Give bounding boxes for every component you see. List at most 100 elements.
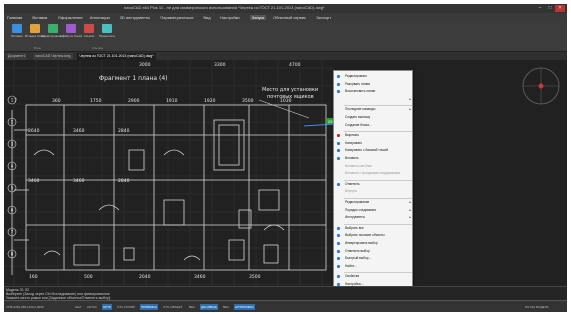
menu-item[interactable]: Облачный сервис [273,15,306,20]
context-menu-item[interactable]: Инвертировать выбор [334,241,414,246]
context-menu-item-label: Копировать [345,140,363,145]
context-menu-item-label: Найти... [345,263,357,268]
context-menu-item[interactable]: Копировать [334,141,414,146]
title-bar: nanoCAD x64 Plus 11 - не для коммерческо… [4,4,567,13]
viewcube-compass[interactable] [522,67,560,105]
menu-item-icon [337,90,340,94]
dimension-text: 3460 [73,128,85,134]
context-menu-item[interactable]: Копировать с базовой точкой [334,148,414,153]
ribbon-group-label: Блок [34,46,41,50]
ribbon-icon [48,24,58,33]
document-tab[interactable]: nanoCAD Чертеж.dwg [33,53,73,60]
menu-separator [344,198,412,199]
dimension-text: 500 [84,274,93,280]
menu-item-icon [337,257,340,261]
menu-item[interactable]: Запуск [249,15,267,20]
menu-item[interactable]: 3D инструменты [120,15,151,20]
context-menu-item-label: Копировать с базовой точкой [345,148,389,153]
context-menu-item[interactable]: Вставить [334,156,414,161]
context-menu-item[interactable]: Разорвать линии [334,82,414,87]
ribbon-button[interactable]: Редактировать блок [41,24,65,38]
menu-separator [344,223,412,225]
drawing-canvas[interactable]: 12345678 3000 3300 47007 360 1750 2900 1910 192… [4,60,567,286]
command-line[interactable]: Модель Л1 Л2 Выберите (Заход через Ctrl … [4,286,567,300]
context-menu: Редактировать Разорвать линии Восстановить… [333,70,413,288]
document-tab[interactable]: Чертеж из ГОСТ 21.101-2013 (nanoCAD).dwg… [77,53,156,60]
app-window: nanoCAD x64 Plus 11 - не для коммерческо… [4,4,567,312]
window-title: nanoCAD x64 Plus 11 - не для коммерческо… [124,5,325,10]
close-button[interactable]: ✕ [555,5,565,12]
context-menu-item[interactable]: Инструменты ▸ [334,215,414,220]
context-menu-item-label: Быстрый выбор... [345,256,372,261]
document-tab[interactable]: Документ1 [6,53,28,60]
status-toggle[interactable]: ОРТО [102,304,113,310]
status-toggle[interactable]: ДИН-ВВОД [200,304,218,310]
context-menu-item[interactable]: Найти... [334,264,414,269]
menu-item[interactable]: Параметрическое [160,15,193,20]
ribbon-button[interactable]: Вставка [10,24,24,38]
menu-item-icon [337,82,340,86]
menu-separator [344,131,412,133]
context-menu-item[interactable]: Последние команды ▸ [334,107,414,112]
menu-separator [344,272,412,274]
submenu-arrow-icon: ▸ [409,207,411,212]
context-menu-item[interactable]: Редактировать [334,74,414,79]
status-toggle[interactable]: ПРИВЯЗКА [140,304,158,310]
context-menu-item-label: Вернуть [345,189,358,194]
context-menu-item[interactable]: Отменить выбор [334,249,414,254]
menu-item[interactable]: Главная [7,15,22,20]
context-menu-item[interactable]: Редактирование ▸ [334,200,414,205]
status-toggle[interactable]: ВЕС [188,304,196,310]
dimension-text: 3500 [242,98,254,104]
label-place-1: Место для установки [262,87,318,93]
menu-item[interactable]: Вставка [32,15,47,20]
context-menu-item[interactable]: Порядок следования ▸ [334,208,414,213]
dimension-text: 2040 [139,274,151,280]
ribbon-button[interactable]: Прикрепить [99,24,115,38]
dimension-text: 2900 [128,98,140,104]
menu-item-icon [337,264,340,268]
context-menu-item[interactable]: ▸ [334,97,414,102]
status-toggle[interactable]: ШАГ [74,304,82,310]
status-toggle[interactable]: ОТС-ПОЛЯР [116,304,136,310]
submenu-arrow-icon: ▸ [409,200,411,204]
context-menu-item[interactable]: Создать выноску [334,115,414,120]
ribbon-button[interactable]: Вставка блока [25,24,45,38]
ribbon-button[interactable]: Ссылки [82,24,96,38]
menu-item[interactable]: Экспорт [316,15,331,20]
context-menu-item[interactable]: Восстановить линии [334,89,414,94]
ribbon-icon [84,24,94,33]
context-menu-item[interactable]: Выбрать все [334,226,414,231]
menu-item[interactable]: Аннотации [90,15,110,20]
menu-item[interactable]: Настройки [220,15,240,20]
dimension-text: 1920 [204,98,216,104]
menu-item[interactable]: Оформление [58,15,83,20]
context-menu-item-label: Свойства [345,274,359,279]
menu-item[interactable]: Вид [203,15,210,20]
dimension-text: 1910 [166,98,178,104]
context-menu-item[interactable]: Свойства [334,274,414,279]
ribbon-button[interactable]: Атрибуты блока [60,24,82,38]
status-toggle[interactable]: СЕТКА [86,304,98,310]
status-toggle[interactable]: ШТРИХОВКА [234,304,255,310]
context-menu-item-label: Создание блока... [345,122,372,127]
scale-model-indicator[interactable]: М1:100 МОДЕЛЬ [524,304,550,310]
menu-bar: Главная Вставка Оформление Аннотации 3D инст… [4,13,567,22]
minimize-button[interactable]: – [535,5,545,12]
context-menu-item[interactable]: Создание блока... [334,123,414,128]
context-menu-item[interactable]: Отменить [334,182,414,187]
dimension-text: 2640 [28,128,40,134]
dimension-text: 3460 [194,274,206,280]
status-toggle[interactable]: ВЕС [222,304,230,310]
menu-item-icon [337,141,340,145]
submenu-arrow-icon: ▸ [409,96,411,101]
status-bar: 2728,4381,268,1463,0,0000 М1:100 МОДЕЛЬ … [4,300,567,312]
menu-separator [344,179,412,181]
menu-item-icon [337,134,340,138]
context-menu-item: Вставить как блок [334,164,414,169]
context-menu-item[interactable]: Вырезать [334,133,414,138]
context-menu-item[interactable]: Выбрать похожие объекты [334,233,414,238]
status-toggle[interactable]: ОТС-ОБЪЕКТ [162,304,184,310]
maximize-button[interactable]: □ [545,5,555,12]
context-menu-item[interactable]: Быстрый выбор... [334,256,414,261]
